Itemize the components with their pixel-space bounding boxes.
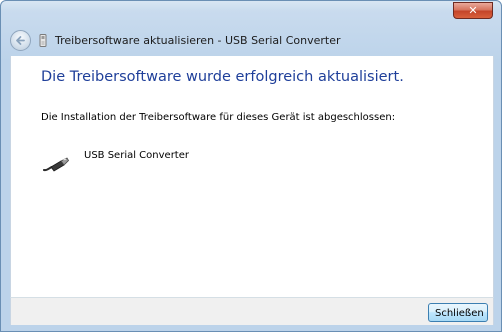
title-bar[interactable]: ✕ [1, 1, 501, 29]
close-icon: ✕ [468, 4, 478, 17]
device-name: USB Serial Converter [84, 150, 189, 161]
dialog-title: Treibersoftware aktualisieren - USB Seri… [55, 34, 341, 47]
success-heading: Die Treibersoftware wurde erfolgreich ak… [41, 69, 404, 85]
usb-plug-icon [43, 157, 69, 172]
navigation-bar: Treibersoftware aktualisieren - USB Seri… [1, 29, 501, 53]
close-dialog-button[interactable]: Schließen [428, 303, 488, 322]
driver-update-dialog: ✕ Treibersoftware aktualisieren - USB Se… [0, 0, 502, 332]
back-button[interactable] [10, 30, 31, 51]
dialog-content: Die Treibersoftware wurde erfolgreich ak… [10, 56, 494, 297]
usb-device-icon [39, 34, 47, 47]
window-close-button[interactable]: ✕ [453, 2, 493, 19]
back-arrow-icon [16, 36, 25, 45]
completion-message: Die Installation der Treibersoftware für… [41, 112, 396, 123]
dialog-footer: Schließen [10, 297, 494, 325]
